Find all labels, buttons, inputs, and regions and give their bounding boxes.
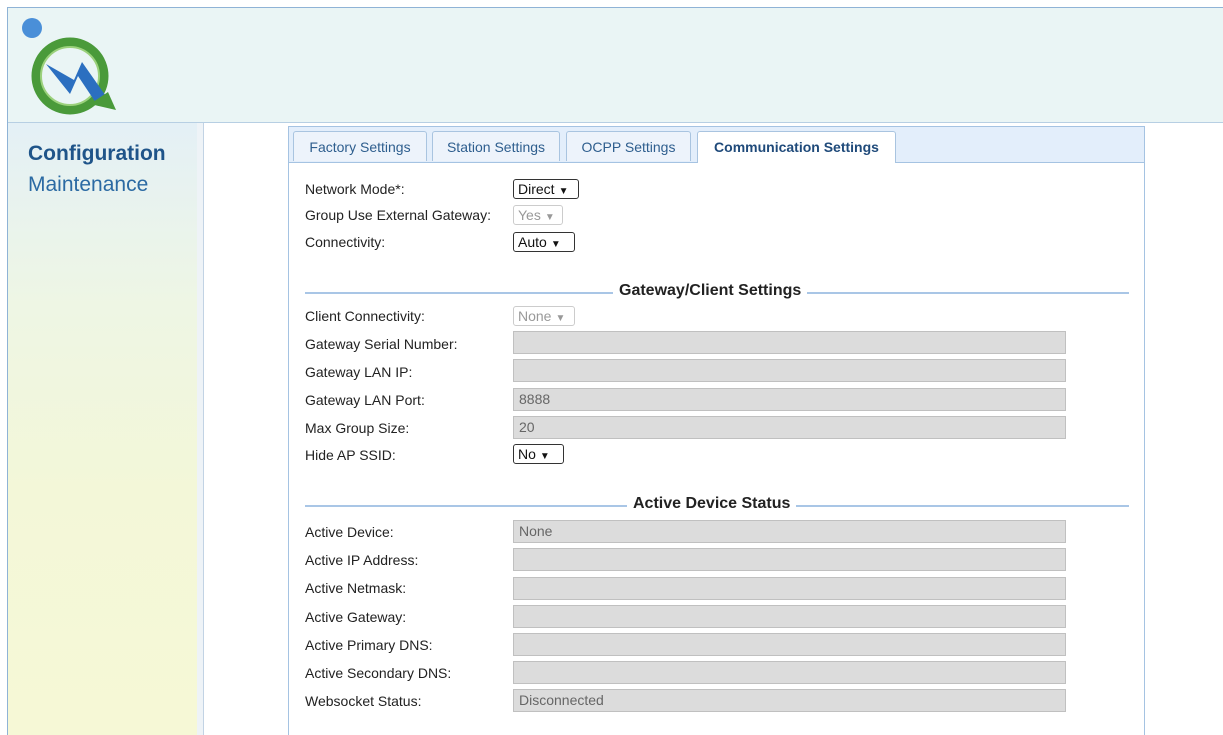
tab-station-settings[interactable]: Station Settings	[432, 131, 560, 161]
active-ip-address-field	[513, 548, 1066, 571]
charging-station-logo-icon	[22, 18, 116, 115]
gateway-client-section-title: Gateway/Client Settings	[613, 282, 808, 300]
tab-factory-settings[interactable]: Factory Settings	[293, 131, 427, 161]
connectivity-label: Connectivity:	[305, 234, 386, 250]
group-use-external-gateway-select: Yes ▼	[513, 205, 563, 225]
hide-ap-ssid-select[interactable]: No ▼	[513, 444, 564, 464]
active-netmask-field	[513, 577, 1066, 600]
tab-ocpp-settings[interactable]: OCPP Settings	[566, 131, 691, 161]
chevron-down-icon: ▼	[558, 186, 569, 197]
tab-communication-settings[interactable]: Communication Settings	[697, 131, 896, 163]
active-device-status-section-title: Active Device Status	[627, 495, 797, 513]
active-ip-address-label: Active IP Address:	[305, 552, 419, 568]
chevron-down-icon: ▼	[550, 239, 561, 250]
client-connectivity-label: Client Connectivity:	[305, 308, 425, 324]
network-mode-select[interactable]: Direct ▼	[513, 179, 579, 199]
gateway-lan-port-field: 8888	[513, 388, 1066, 411]
active-device-label: Active Device:	[305, 524, 394, 540]
chevron-down-icon: ▼	[539, 451, 550, 462]
connectivity-select[interactable]: Auto ▼	[513, 232, 575, 252]
chevron-down-icon: ▼	[555, 313, 566, 324]
active-primary-dns-label: Active Primary DNS:	[305, 637, 433, 653]
active-secondary-dns-label: Active Secondary DNS:	[305, 665, 452, 681]
group-use-external-gateway-label: Group Use External Gateway:	[305, 207, 491, 223]
active-gateway-label: Active Gateway:	[305, 609, 407, 625]
nav-maintenance[interactable]: Maintenance	[28, 173, 148, 197]
gateway-lan-ip-field	[513, 359, 1066, 382]
settings-panel: Factory Settings Station Settings OCPP S…	[288, 126, 1145, 735]
sidebar: Configuration Maintenance	[8, 123, 198, 735]
gateway-client-section-header: Gateway/Client Settings	[305, 282, 1129, 302]
websocket-status-field: Disconnected	[513, 689, 1066, 712]
network-mode-label: Network Mode*:	[305, 181, 405, 197]
active-gateway-field	[513, 605, 1066, 628]
header	[8, 8, 1223, 123]
chevron-down-icon: ▼	[544, 212, 555, 223]
active-device-status-section-header: Active Device Status	[305, 495, 1129, 515]
gateway-serial-number-label: Gateway Serial Number:	[305, 336, 458, 352]
sidebar-divider	[197, 123, 204, 735]
gateway-lan-port-label: Gateway LAN Port:	[305, 392, 425, 408]
hide-ap-ssid-label: Hide AP SSID:	[305, 447, 396, 463]
active-primary-dns-field	[513, 633, 1066, 656]
client-connectivity-select: None ▼	[513, 306, 575, 326]
max-group-size-label: Max Group Size:	[305, 420, 410, 436]
websocket-status-label: Websocket Status:	[305, 693, 422, 709]
max-group-size-field: 20	[513, 416, 1066, 439]
active-netmask-label: Active Netmask:	[305, 580, 407, 596]
gateway-lan-ip-label: Gateway LAN IP:	[305, 364, 413, 380]
gateway-serial-number-field	[513, 331, 1066, 354]
active-secondary-dns-field	[513, 661, 1066, 684]
nav-configuration[interactable]: Configuration	[28, 142, 166, 166]
tab-bar: Factory Settings Station Settings OCPP S…	[289, 127, 1144, 163]
active-device-field: None	[513, 520, 1066, 543]
